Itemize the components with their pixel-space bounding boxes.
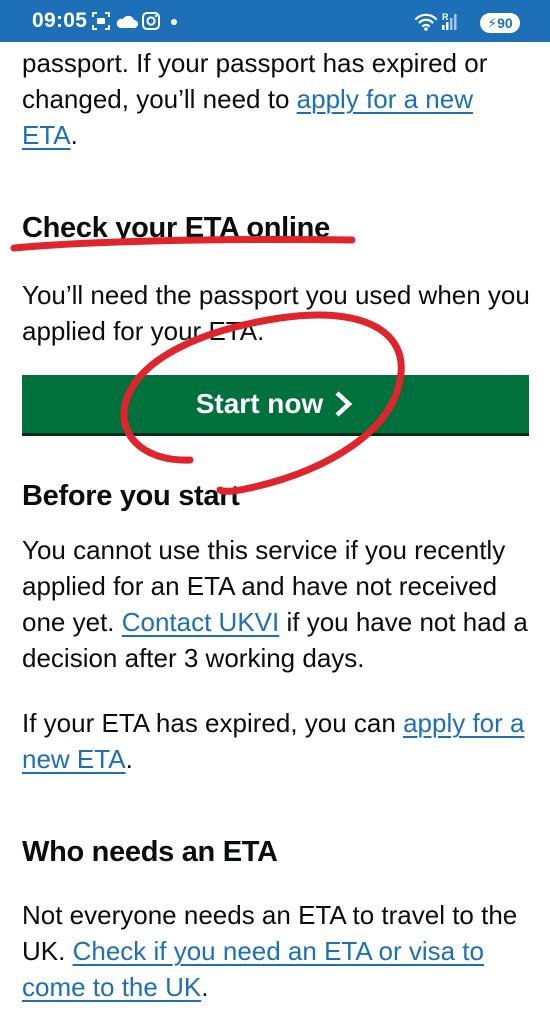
- status-bar: 09:05 R ⚡90: [0, 0, 550, 42]
- intro-section: passport. If your passport has expired o…: [22, 45, 530, 153]
- before-start-section: Before you start: [22, 478, 530, 514]
- check-eta-heading: Check your ETA online: [22, 212, 330, 244]
- page: 09:05 R ⚡90 passport. If your passport h…: [0, 0, 550, 1024]
- charging-icon: ⚡: [487, 15, 498, 31]
- battery-level: 90: [497, 15, 513, 31]
- signal-icon: R: [442, 12, 457, 30]
- before-start-heading: Before you start: [22, 480, 240, 512]
- contact-ukvi-link[interactable]: Contact UKVI: [122, 607, 280, 637]
- before-start-paragraph-2: If your ETA has expired, you can apply f…: [22, 708, 525, 774]
- notification-icons: [92, 12, 177, 30]
- start-now-label: Start now: [195, 388, 324, 419]
- wifi-icon: [414, 13, 438, 28]
- start-now-button[interactable]: Start now: [22, 375, 529, 433]
- screenshot-icon: [92, 12, 110, 30]
- chevron-right-icon: [335, 391, 353, 417]
- check-eta-text: You’ll need the passport you used when y…: [22, 280, 530, 346]
- check-eta-body: You’ll need the passport you used when y…: [22, 277, 530, 349]
- svg-text:R: R: [442, 12, 449, 22]
- who-needs-heading: Who needs an ETA: [22, 836, 278, 868]
- before-start-body: You cannot use this service if you recen…: [22, 532, 530, 676]
- more-notifications-dot: [171, 19, 177, 25]
- battery-indicator: ⚡90: [480, 13, 520, 33]
- intro-paragraph: passport. If your passport has expired o…: [22, 48, 488, 150]
- expired-eta-body: If your ETA has expired, you can apply f…: [22, 705, 530, 777]
- check-eta-or-visa-link[interactable]: Check if you need an ETA or visa to come…: [22, 936, 484, 1002]
- who-needs-body: Not everyone needs an ETA to travel to t…: [22, 897, 530, 1005]
- status-time: 09:05: [32, 9, 88, 32]
- check-eta-section: Check your ETA online: [22, 210, 530, 246]
- who-needs-paragraph: Not everyone needs an ETA to travel to t…: [22, 900, 518, 1002]
- who-needs-section: Who needs an ETA: [22, 834, 530, 870]
- before-start-paragraph-1: You cannot use this service if you recen…: [22, 535, 528, 673]
- cloud-icon: [116, 15, 138, 28]
